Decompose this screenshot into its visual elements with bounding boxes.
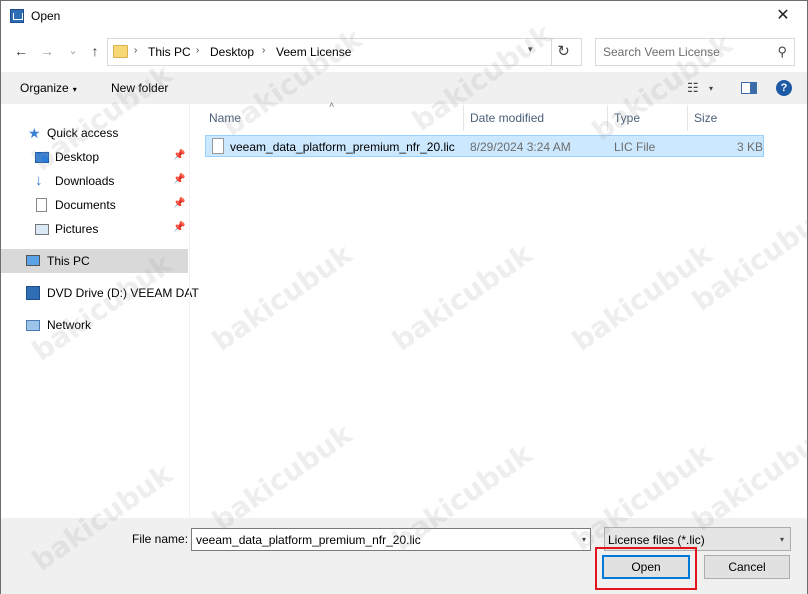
forward-arrow-icon[interactable]: → — [38, 41, 56, 61]
column-header-name[interactable]: Name — [209, 111, 241, 125]
nav-item-documents[interactable]: Documents 📌 — [1, 193, 188, 217]
search-icon: ⚲ — [777, 44, 787, 59]
column-divider[interactable] — [463, 105, 464, 131]
computer-icon — [26, 255, 40, 266]
nav-item-label: Downloads — [55, 174, 115, 188]
nav-item-label: Desktop — [55, 150, 100, 164]
pin-icon: 📌 — [173, 150, 186, 161]
close-button[interactable]: ✕ — [763, 1, 803, 31]
address-bar[interactable]: › This PC › Desktop › Veem License ▾ — [107, 38, 552, 66]
breadcrumb-veem-license[interactable]: Veem License — [276, 45, 351, 59]
sort-ascending-icon: ˄ — [329, 100, 335, 110]
chevron-down-icon[interactable]: ▾ — [582, 535, 586, 544]
column-header-type[interactable]: Type — [614, 111, 640, 125]
file-type-filter-value: License files (*.lic) — [608, 533, 705, 547]
view-options-icon[interactable]: ☷ — [687, 80, 699, 96]
chevron-right-icon: › — [262, 45, 266, 56]
back-arrow-icon[interactable]: ← — [12, 41, 30, 61]
file-row[interactable]: veeam_data_platform_premium_nfr_20.lic 8… — [205, 135, 764, 157]
pin-icon: 📌 — [173, 198, 186, 209]
nav-item-desktop[interactable]: Desktop 📌 — [1, 145, 188, 169]
nav-item-label: Network — [47, 318, 92, 332]
column-divider[interactable] — [687, 105, 688, 131]
dvd-drive-icon — [26, 286, 40, 300]
file-date-modified: 8/29/2024 3:24 AM — [470, 140, 571, 154]
nav-item-label: Quick access — [47, 126, 119, 140]
chevron-down-icon: ▾ — [72, 85, 77, 94]
nav-item-label: This PC — [47, 254, 90, 268]
file-size: 3 KB — [737, 140, 764, 154]
download-arrow-icon: ↓ — [35, 172, 43, 189]
nav-item-label: Documents — [55, 198, 116, 212]
file-name-value: veeam_data_platform_premium_nfr_20.lic — [196, 533, 421, 547]
organize-button[interactable]: Organize ▾ — [20, 81, 77, 95]
breadcrumb-desktop[interactable]: Desktop — [210, 45, 254, 59]
nav-item-this-pc[interactable]: This PC — [1, 249, 188, 273]
search-box[interactable]: Search Veem License ⚲ — [595, 38, 795, 66]
command-bar: Organize ▾ New folder ☷ ▾ ? — [1, 72, 807, 104]
recent-locations-icon[interactable]: ⌄ — [64, 41, 82, 61]
watermark: bakicubuk — [386, 237, 539, 358]
file-icon — [212, 138, 224, 154]
watermark: bakicubuk — [686, 197, 808, 318]
search-input[interactable]: Search Veem License — [603, 45, 720, 59]
file-name: veeam_data_platform_premium_nfr_20.lic — [230, 140, 455, 154]
chevron-right-icon: › — [134, 45, 138, 56]
nav-item-downloads[interactable]: ↓ Downloads 📌 — [1, 169, 188, 193]
file-type: LIC File — [614, 140, 656, 154]
cancel-button[interactable]: Cancel — [704, 555, 790, 579]
new-folder-button[interactable]: New folder — [111, 81, 168, 95]
preview-pane-icon[interactable] — [741, 82, 757, 94]
chevron-down-icon: ▾ — [779, 535, 784, 544]
nav-item-pictures[interactable]: Pictures 📌 — [1, 217, 188, 241]
nav-item-network[interactable]: Network — [1, 313, 188, 337]
column-divider[interactable] — [607, 105, 608, 131]
navigation-bar: ← → ⌄ ↑ › This PC › Desktop › Veem Licen… — [1, 32, 807, 72]
desktop-icon — [35, 152, 49, 163]
annotation-highlight-box — [595, 547, 697, 590]
nav-item-label: Pictures — [55, 222, 99, 236]
watermark: bakicubuk — [206, 237, 359, 358]
nav-item-label: DVD Drive (D:) VEEAM DAT — [47, 286, 199, 300]
title-bar: Open ✕ — [1, 1, 807, 32]
organize-label: Organize — [20, 81, 69, 95]
chevron-right-icon: › — [196, 45, 200, 56]
open-dialog: Open ✕ ← → ⌄ ↑ › This PC › Desktop › Vee… — [0, 0, 808, 594]
nav-item-dvd-drive[interactable]: DVD Drive (D:) VEEAM DAT — [1, 281, 199, 305]
pin-icon: 📌 — [173, 222, 186, 233]
refresh-button[interactable]: ↻ — [546, 38, 582, 66]
picture-icon — [35, 224, 49, 235]
window-title: Open — [31, 9, 61, 23]
folder-icon — [113, 45, 128, 58]
watermark: bakicubuk — [566, 237, 719, 358]
pane-divider[interactable] — [189, 104, 190, 518]
pin-icon: 📌 — [173, 174, 186, 185]
up-arrow-icon[interactable]: ↑ — [86, 41, 104, 61]
nav-item-quick-access[interactable]: ★ Quick access — [1, 121, 188, 145]
chevron-down-icon[interactable]: ▾ — [709, 84, 713, 93]
app-icon — [10, 9, 24, 23]
chevron-down-icon[interactable]: ▾ — [528, 44, 533, 55]
file-name-label: File name: — [132, 532, 189, 546]
breadcrumb-this-pc[interactable]: This PC — [148, 45, 191, 59]
column-header-size[interactable]: Size — [694, 111, 717, 125]
document-icon — [36, 198, 47, 212]
network-icon — [26, 320, 40, 331]
file-name-input[interactable]: veeam_data_platform_premium_nfr_20.lic ▾ — [191, 528, 591, 551]
navigation-pane: ★ Quick access Desktop 📌 ↓ Downloads 📌 D… — [1, 104, 199, 518]
column-header-date-modified[interactable]: Date modified — [470, 111, 544, 125]
star-icon: ★ — [28, 125, 41, 141]
help-icon[interactable]: ? — [776, 80, 792, 96]
